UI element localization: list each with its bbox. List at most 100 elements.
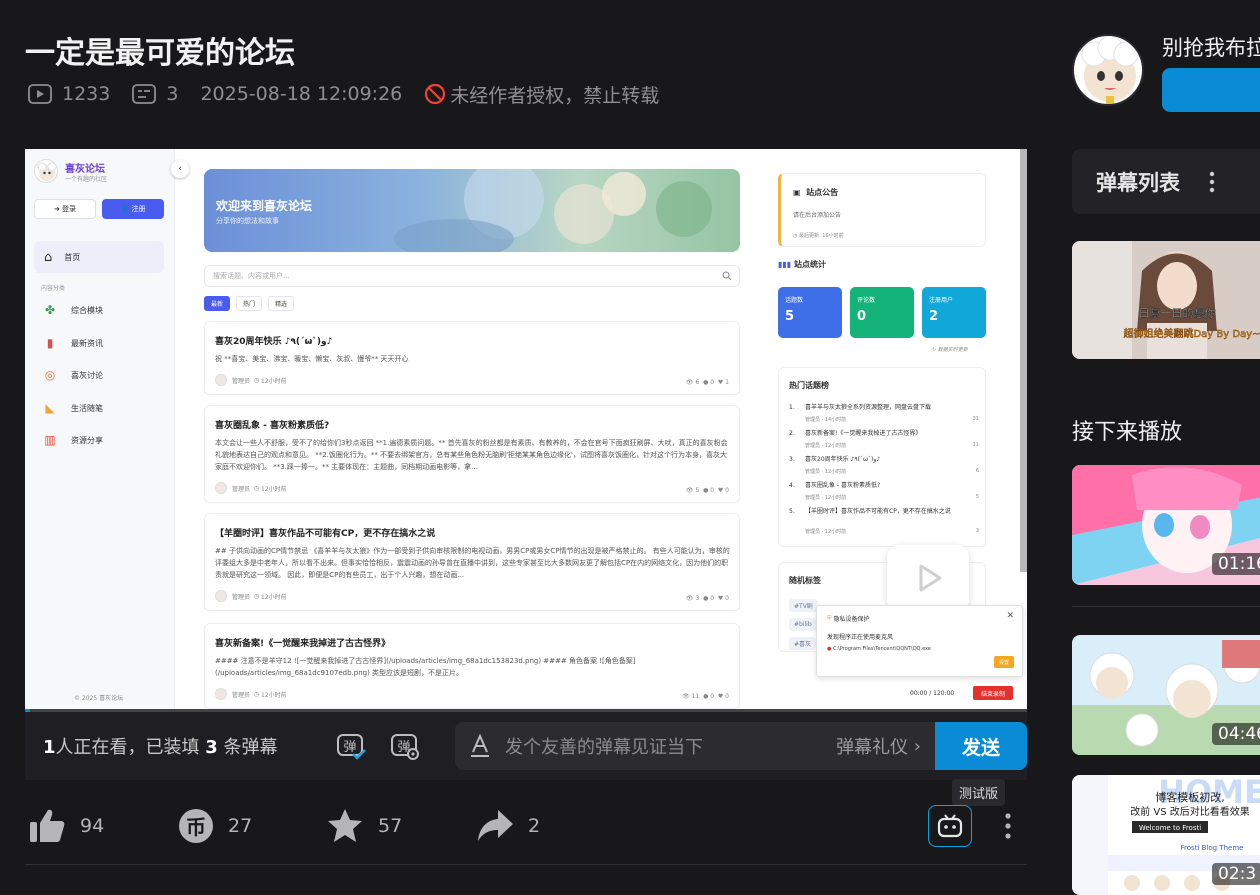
- tags-title: 随机标签: [789, 576, 821, 585]
- post-card[interactable]: 【羊圈时评】喜灰作品不可能有CP，更不存在搞水之说 ## 子供向动画的CP情节禁…: [204, 513, 740, 611]
- stats-updated-text: 数据实时更新: [937, 347, 968, 353]
- ad-caption-2: 超御姐绝美翻跳Day By Day~: [1123, 327, 1260, 340]
- coin-button[interactable]: 币 27: [178, 806, 252, 846]
- recommended-video[interactable]: HOME 博客模板初改, 改前 VS 改后对比看看效果 Welcome to F…: [1072, 775, 1260, 895]
- privacy-settings-button[interactable]: 设置: [994, 656, 1014, 668]
- forum-nav-item[interactable]: ◎ 喜灰讨论: [43, 368, 103, 382]
- post-likes: 0: [725, 693, 729, 700]
- privacy-title: ⛨ 隐私设备保护: [827, 614, 869, 624]
- divider: [1072, 606, 1260, 607]
- close-icon[interactable]: ✕: [1006, 611, 1014, 621]
- forum-category-label: 内容分类: [41, 285, 66, 292]
- forum-sidebar: 喜灰论坛 一个有趣的社区 ➜ 登录 👤 注册 ⌂ 首页 内容分类 ✤ 综合模块 ▮ 最…: [25, 149, 175, 712]
- tab-featured[interactable]: 精选: [268, 296, 295, 311]
- post-author: 管理员 ◷ 12小时前: [215, 482, 287, 494]
- ad-thumbnail[interactable]: 日复一日的想你 超御姐绝美翻跳Day By Day~: [1072, 241, 1260, 359]
- home-icon: ⌂: [44, 249, 53, 265]
- forum-copyright: © 2025 喜灰论坛: [74, 695, 124, 702]
- tab-hot[interactable]: 热门: [236, 296, 263, 311]
- hot-text: 【羊圈时评】喜灰作品不可能有CP，更不存在搞水之说: [805, 508, 951, 515]
- stat-card: 评论数 0: [850, 287, 914, 338]
- forum-nav-home[interactable]: ⌂ 首页: [34, 241, 164, 273]
- thumbs-up-icon: [30, 809, 65, 842]
- hot-topics-title: 热门话题榜: [789, 381, 829, 390]
- stop-recording-button[interactable]: 结束录制: [973, 686, 1013, 700]
- avatar: [215, 590, 227, 602]
- forum-nav-item[interactable]: ▥ 资源分享: [43, 433, 103, 447]
- like-count: 94: [80, 815, 105, 837]
- author-name: 管理员: [232, 377, 251, 385]
- send-danmaku-button[interactable]: 发送: [935, 722, 1027, 770]
- post-time: 12小时前: [260, 377, 287, 385]
- recording-time: 00:00 / 120:00: [910, 690, 955, 697]
- forum-search-input[interactable]: 搜索话题、内容或用户...: [204, 265, 740, 287]
- hot-rank: 4.: [789, 482, 795, 489]
- post-card[interactable]: 喜灰20周年快乐 ♪٩(´ω`)و♪ 祝 **喜宝、美宝、沸宝、暖宝、懒宝、灰叔…: [204, 321, 740, 395]
- tag-chip[interactable]: #喜灰: [789, 637, 817, 650]
- hot-topic-item[interactable]: 5. 【羊圈时评】喜灰作品不可能有CP，更不存在搞水之说 管理员 · 12小时前 3: [789, 508, 979, 540]
- follow-button[interactable]: [1162, 68, 1260, 112]
- danmaku-toggle-button[interactable]: 弹: [333, 728, 369, 764]
- action-bar: 94 币 27 57 2: [28, 806, 1028, 850]
- post-body: 祝 **喜宝、美宝、沸宝、暖宝、懒宝、灰叔、慢爷** 天天开心: [215, 355, 409, 363]
- sidebar-collapse-button[interactable]: ‹: [171, 160, 189, 178]
- uploader-name[interactable]: 别抢我布拉: [1162, 32, 1260, 62]
- tag-chip[interactable]: #bilib: [789, 618, 817, 631]
- video-player[interactable]: 喜灰论坛 一个有趣的社区 ➜ 登录 👤 注册 ⌂ 首页 内容分类 ✤ 综合模块 ▮ 最…: [25, 149, 1027, 712]
- post-title: 喜灰新备案!《一觉醒来我掉进了古古怪界》: [215, 639, 391, 649]
- hot-topic-item[interactable]: 2. 喜灰新备案!《一觉醒来我掉进了古古怪界》 管理员 · 12小时前 11: [789, 430, 979, 454]
- like-button[interactable]: 94: [28, 806, 104, 846]
- hot-text: 喜灰20周年快乐 ♪٩(´ω`)و♪: [805, 456, 881, 463]
- author-name: 管理员: [232, 691, 251, 699]
- post-card[interactable]: 喜灰圈乱象 - 喜灰粉素质低? 本文会让一些人不舒服，受不了的给你们3秒点返回 …: [204, 405, 740, 503]
- coin-icon: 币: [179, 809, 213, 843]
- stat-label: 评论数: [857, 297, 876, 304]
- recommended-video[interactable]: 01:16: [1072, 465, 1260, 585]
- post-likes: 0: [725, 487, 729, 494]
- chevron-right-icon: ›: [913, 735, 921, 757]
- forum-register-label: 注册: [131, 205, 146, 213]
- video-title: 一定是最可爱的论坛: [25, 36, 295, 71]
- notice-updated: ◷ 最后更新: 16小时前: [793, 233, 844, 239]
- hot-text: 喜灰新备案!《一觉醒来我掉进了古古怪界》: [805, 430, 922, 437]
- up-next-title: 接下来播放: [1072, 420, 1183, 445]
- danmaku-loaded: 3: [205, 737, 218, 758]
- recommended-video[interactable]: 04:46: [1072, 635, 1260, 755]
- coin-count: 27: [228, 815, 253, 837]
- hot-topic-item[interactable]: 4. 喜灰圈乱象 - 喜灰粉素质低? 管理员 · 12小时前 5: [789, 482, 979, 506]
- post-author: 管理员 ◷ 12小时前: [215, 374, 287, 386]
- forum-login-button[interactable]: ➜ 登录: [34, 199, 96, 219]
- stat-value: 2: [929, 309, 939, 324]
- danmaku-settings-button[interactable]: 弹: [387, 728, 423, 764]
- more-options-button[interactable]: [1000, 812, 1016, 840]
- tag-chip[interactable]: #TV剧: [789, 599, 818, 612]
- ai-assistant-button[interactable]: [928, 805, 972, 847]
- post-author: 管理员 ◷ 12小时前: [215, 688, 287, 700]
- forum-nav-item[interactable]: ✤ 综合模块: [43, 303, 103, 317]
- danmaku-input[interactable]: 发个友善的弹幕见证当下 弹幕礼仪 ›: [455, 722, 935, 770]
- hot-topic-item[interactable]: 3. 喜灰20周年快乐 ♪٩(´ω`)و♪ 管理员 · 12小时前 6: [789, 456, 979, 480]
- share-button[interactable]: 2: [476, 806, 540, 846]
- avatar: [215, 688, 227, 700]
- play-button-overlay[interactable]: [887, 545, 969, 611]
- post-card[interactable]: 喜灰新备案!《一觉醒来我掉进了古古怪界》 #### 注意不是羊守12 ![一觉醒…: [204, 623, 740, 709]
- forum-tabs: 最新 热门 精选: [204, 296, 300, 311]
- danmaku-list-panel[interactable]: 弹幕列表: [1072, 149, 1260, 214]
- forum-nav-item[interactable]: ▮ 最新资讯: [43, 336, 103, 350]
- favorite-button[interactable]: 57: [326, 806, 402, 846]
- stats-title-text: 站点统计: [794, 260, 827, 269]
- rec-caption-2: 改前 VS 改后对比看看效果: [1130, 805, 1250, 818]
- forum-scrollbar[interactable]: [1020, 149, 1027, 572]
- post-time: 12小时前: [260, 691, 287, 699]
- post-body: ## 子供向动画的CP情节禁忌 《喜羊羊与灰太狼》作为一部受到子供向审核限制的电…: [215, 547, 730, 579]
- banner-subtitle: 分享你的想法和故事: [216, 217, 279, 225]
- uploader-avatar[interactable]: [1072, 34, 1144, 106]
- forum-nav-item[interactable]: ◣ 生活随笔: [43, 401, 103, 415]
- hot-topic-item[interactable]: 1. 喜羊羊与灰太狼全系列资源整理，网盘云盘下载 管理员 · 14小时前 31: [789, 404, 979, 428]
- post-comments: 0: [710, 693, 715, 700]
- notice-card: ▣ 站点公告 请在后台添加公告 ◷ 最后更新: 16小时前: [778, 173, 986, 247]
- forum-register-button[interactable]: 👤 注册: [102, 199, 164, 219]
- mic-icon: ●: [827, 646, 832, 652]
- tab-latest[interactable]: 最新: [204, 296, 231, 311]
- danmaku-etiquette-link[interactable]: 弹幕礼仪 ›: [836, 733, 921, 759]
